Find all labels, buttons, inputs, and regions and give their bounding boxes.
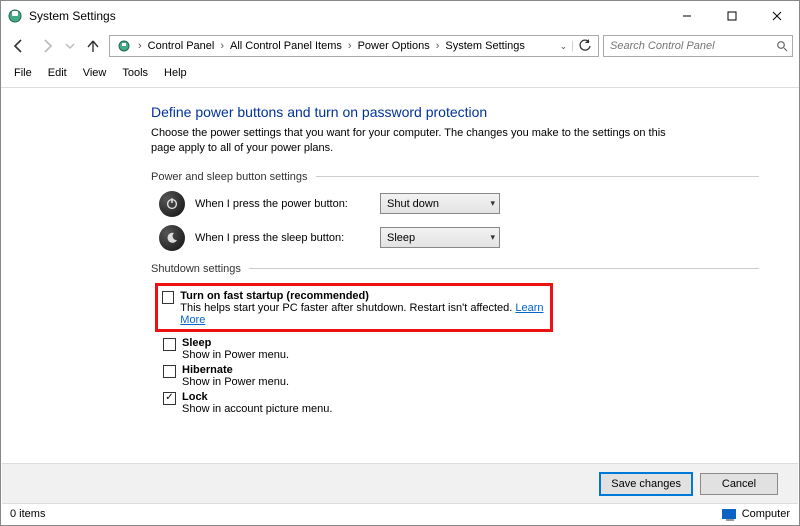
back-button[interactable] — [7, 34, 31, 58]
menu-view[interactable]: View — [76, 65, 114, 81]
maximize-button[interactable] — [709, 1, 754, 31]
power-icon — [159, 191, 185, 217]
window-title: System Settings — [29, 9, 116, 23]
select-value: Shut down — [387, 198, 439, 210]
search-icon — [776, 40, 788, 52]
sleep-button-row: When I press the sleep button: Sleep ▾ — [159, 225, 759, 251]
chevron-right-icon: › — [136, 40, 144, 52]
up-button[interactable] — [81, 34, 105, 58]
hibernate-checkbox[interactable] — [163, 365, 176, 378]
select-value: Sleep — [387, 232, 415, 244]
power-button-row: When I press the power button: Shut down… — [159, 191, 759, 217]
sleep-sub: Show in Power menu. — [182, 349, 289, 361]
section-power-sleep-header: Power and sleep button settings — [151, 171, 759, 183]
fast-startup-checkbox[interactable] — [162, 291, 174, 304]
section-label: Shutdown settings — [151, 263, 241, 275]
sleep-checkbox[interactable] — [163, 338, 176, 351]
page-description: Choose the power settings that you want … — [151, 126, 671, 157]
sleep-button-select[interactable]: Sleep ▾ — [380, 227, 500, 248]
computer-icon — [722, 509, 736, 519]
status-left: 0 items — [10, 508, 45, 520]
sleep-button-label: When I press the sleep button: — [195, 232, 370, 244]
breadcrumb-item[interactable]: Control Panel — [144, 40, 219, 52]
chevron-right-icon: › — [434, 40, 442, 52]
chevron-down-icon: ▾ — [490, 232, 495, 243]
breadcrumb-item[interactable]: Power Options — [354, 40, 434, 52]
fast-startup-highlight: Turn on fast startup (recommended) This … — [155, 283, 553, 332]
breadcrumb-item[interactable]: System Settings — [441, 40, 528, 52]
power-button-select[interactable]: Shut down ▾ — [380, 193, 500, 214]
lock-sub: Show in account picture menu. — [182, 403, 332, 415]
sleep-title: Sleep — [182, 337, 289, 349]
recent-locations-button[interactable] — [63, 34, 77, 58]
menu-edit[interactable]: Edit — [41, 65, 74, 81]
breadcrumb-item[interactable]: All Control Panel Items — [226, 40, 346, 52]
forward-button[interactable] — [35, 34, 59, 58]
menu-bar: File Edit View Tools Help — [1, 61, 799, 88]
sleep-icon — [159, 225, 185, 251]
status-right: Computer — [742, 508, 790, 520]
hibernate-title: Hibernate — [182, 364, 289, 376]
title-bar: System Settings — [1, 1, 799, 31]
power-button-label: When I press the power button: — [195, 198, 370, 210]
status-bar: 0 items Computer — [2, 503, 798, 524]
search-input[interactable] — [608, 39, 788, 53]
breadcrumb-dropdown-icon[interactable]: ⌄ — [560, 41, 568, 52]
menu-help[interactable]: Help — [157, 65, 194, 81]
cancel-button[interactable]: Cancel — [700, 473, 778, 495]
app-icon — [7, 8, 23, 24]
chevron-right-icon: › — [346, 40, 354, 52]
menu-file[interactable]: File — [7, 65, 39, 81]
menu-tools[interactable]: Tools — [115, 65, 155, 81]
breadcrumb-home-icon[interactable] — [112, 39, 136, 53]
refresh-icon[interactable] — [578, 39, 592, 53]
chevron-right-icon: › — [218, 40, 226, 52]
bottom-button-bar: Save changes Cancel — [2, 463, 798, 503]
shutdown-settings-list: Sleep Show in Power menu. Hibernate Show… — [157, 336, 759, 415]
fast-startup-sub: This helps start your PC faster after sh… — [180, 302, 546, 326]
page-title: Define power buttons and turn on passwor… — [151, 104, 759, 120]
section-label: Power and sleep button settings — [151, 171, 308, 183]
nav-row: › Control Panel › All Control Panel Item… — [1, 31, 799, 61]
minimize-button[interactable] — [664, 1, 709, 31]
breadcrumb[interactable]: › Control Panel › All Control Panel Item… — [109, 35, 599, 57]
hibernate-sub: Show in Power menu. — [182, 376, 289, 388]
content: Define power buttons and turn on passwor… — [1, 88, 799, 415]
lock-title: Lock — [182, 391, 332, 403]
section-shutdown-header: Shutdown settings — [151, 263, 759, 275]
chevron-down-icon: ▾ — [490, 198, 495, 209]
lock-checkbox[interactable] — [163, 392, 176, 405]
close-button[interactable] — [754, 1, 799, 31]
save-changes-button[interactable]: Save changes — [600, 473, 692, 495]
fast-startup-title: Turn on fast startup (recommended) — [180, 290, 546, 302]
search-box[interactable] — [603, 35, 793, 57]
